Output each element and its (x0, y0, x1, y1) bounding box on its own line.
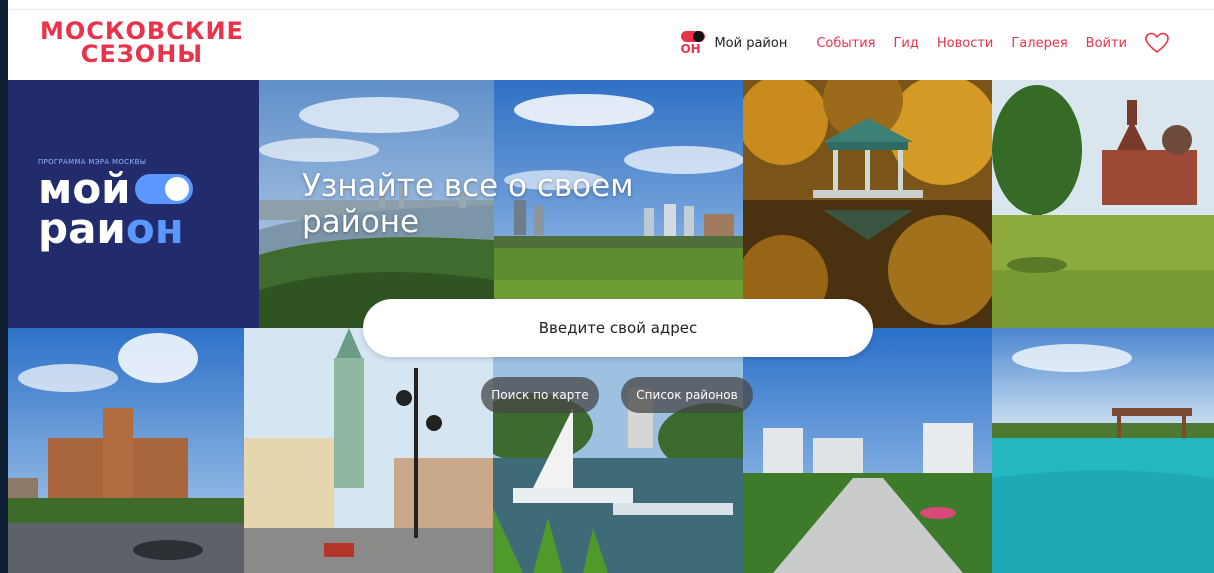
brand-word-moi: мой (38, 168, 259, 210)
heart-icon[interactable] (1144, 32, 1170, 54)
photo-park-alley (743, 328, 992, 573)
nav-events[interactable]: События (816, 36, 875, 51)
site-header: МОСКОВСКИЕ СЕЗОНЫ ОН Мой район События Г… (8, 10, 1214, 80)
site-logo[interactable]: МОСКОВСКИЕ СЕЗОНЫ (40, 19, 244, 68)
nav-guide[interactable]: Гид (893, 36, 918, 51)
map-search-button[interactable]: Поиск по карте (481, 377, 599, 413)
photo-autumn-gazebo (743, 80, 992, 328)
photo-street-belltower (244, 328, 493, 573)
photo-yachts-lake (493, 328, 743, 573)
moi-rayon-brand-tile: ПРОГРАММА МЭРА МОСКВЫ мой раион (8, 80, 259, 328)
nav-gallery[interactable]: Галерея (1011, 36, 1067, 51)
brand-word-rayon: раион (38, 204, 184, 253)
photo-grid: ПРОГРАММА МЭРА МОСКВЫ мой раион Узнайте … (8, 80, 1214, 573)
top-strip (0, 0, 1214, 10)
logo-line-2: СЕЗОНЫ (80, 40, 204, 68)
nav-login[interactable]: Войти (1086, 36, 1127, 51)
my-district-icon: ОН (680, 30, 706, 56)
window-edge (0, 0, 8, 573)
photo-stalinist-building (8, 328, 244, 573)
hero-title: Узнайте все о своем районе (302, 168, 634, 240)
my-district-label: Мой район (714, 35, 788, 51)
nav-news[interactable]: Новости (937, 36, 994, 51)
my-district-badge: ОН (680, 42, 701, 56)
photo-turquoise-pond (992, 328, 1214, 573)
main-nav: ОН Мой район События Гид Новости Галерея… (680, 30, 1170, 56)
district-list-button[interactable]: Список районов (621, 377, 753, 413)
photo-church-tree (992, 80, 1214, 328)
toggle-icon (134, 174, 193, 204)
my-district-link[interactable]: ОН Мой район (680, 30, 787, 56)
address-search-input[interactable]: Введите свой адрес (363, 299, 873, 357)
